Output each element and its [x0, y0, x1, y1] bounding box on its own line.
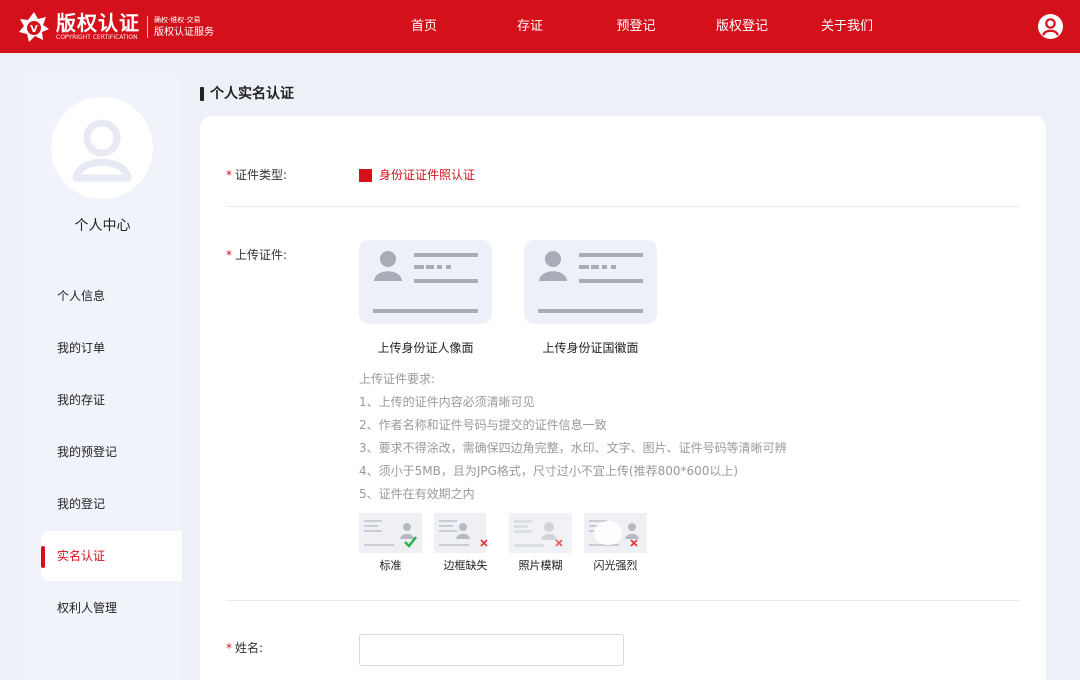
example-standard [359, 513, 422, 553]
sidebar-item-registration[interactable]: 我的登记 [41, 479, 182, 529]
sidebar-item-rights-holders[interactable]: 权利人管理 [41, 583, 182, 633]
id-sample-icon [589, 520, 639, 547]
page-title: 个人实名认证 [200, 85, 294, 103]
sidebar-item-pre-registration[interactable]: 我的预登记 [41, 427, 182, 477]
requirement-item: 3、要求不得涂改，需确保四边角完整，水印、文字、图片、证件号码等清晰可辨 [359, 441, 787, 455]
example-caption: 边框缺失 [443, 559, 488, 572]
site-logo[interactable]: V 版权认证 COPYRIGHT CERTIFICATION 确权·维权·交易 … [18, 11, 214, 43]
nav-home[interactable]: 首页 [389, 18, 459, 36]
logo-service: 版权认证服务 [154, 26, 214, 38]
divider [226, 600, 1019, 601]
cert-type-checkbox[interactable] [359, 169, 372, 182]
top-navbar: V 版权认证 COPYRIGHT CERTIFICATION 确权·维权·交易 … [0, 0, 1080, 53]
logo-subtitle-en: COPYRIGHT CERTIFICATION [56, 34, 138, 41]
example-caption: 闪光强烈 [593, 559, 638, 572]
cross-icon [630, 539, 638, 547]
upload-front-caption: 上传身份证人像面 [377, 341, 474, 355]
nav-evidence[interactable]: 存证 [495, 18, 565, 36]
cert-type-label: * 证件类型: [226, 168, 288, 182]
divider [226, 206, 1019, 207]
requirement-item: 4、须小于5MB，且为JPG格式，尺寸过小不宜上传(推荐800*600以上) [359, 464, 739, 478]
requirement-item: 2、作者名称和证件号码与提交的证件信息一致 [359, 418, 607, 432]
logo-mark-icon: V [19, 12, 49, 42]
requirements-title: 上传证件要求: [359, 372, 436, 386]
id-sample-icon [439, 520, 488, 547]
requirement-item: 1、上传的证件内容必须清晰可见 [359, 395, 535, 409]
id-card-front-icon [373, 251, 478, 313]
user-circle-icon[interactable] [1037, 13, 1064, 40]
logo-title: 版权认证 [56, 11, 140, 35]
upload-label: * 上传证件: [226, 248, 288, 262]
sidebar-item-orders[interactable]: 我的订单 [41, 323, 182, 373]
sidebar-item-evidence[interactable]: 我的存证 [41, 375, 182, 425]
id-card-back-icon [538, 251, 643, 313]
upload-id-front[interactable] [359, 240, 492, 324]
sidebar: 个人中心 个人信息 我的订单 我的存证 我的预登记 我的登记 实名认证 权利人管… [23, 71, 182, 680]
example-flash-glare [584, 513, 647, 553]
avatar[interactable] [51, 97, 153, 199]
cross-icon [480, 539, 488, 547]
personal-center-title: 个人中心 [74, 218, 131, 234]
name-input[interactable] [359, 634, 624, 666]
id-sample-icon [364, 520, 417, 548]
sidebar-item-profile[interactable]: 个人信息 [41, 271, 182, 321]
nav-copyright-registration[interactable]: 版权登记 [707, 18, 777, 36]
form-card [200, 116, 1046, 680]
logo-divider [147, 16, 148, 38]
example-caption: 标准 [379, 559, 402, 572]
nav-about-us[interactable]: 关于我们 [812, 18, 882, 36]
logo-tagline: 确权·维权·交易 [154, 15, 201, 24]
cert-type-option[interactable]: 身份证证件照认证 [379, 166, 475, 184]
requirement-item: 5、证件在有效期之内 [359, 487, 475, 501]
nav-pre-registration[interactable]: 预登记 [601, 18, 671, 36]
svg-text:V: V [30, 24, 38, 35]
example-caption: 照片模糊 [518, 559, 563, 572]
sidebar-item-real-name-auth[interactable]: 实名认证 [41, 531, 182, 581]
id-sample-icon [514, 520, 563, 547]
upload-id-back[interactable] [524, 240, 657, 324]
example-blurry [509, 513, 572, 553]
name-label: * 姓名: [226, 641, 264, 655]
user-avatar-icon [72, 119, 132, 182]
upload-back-caption: 上传身份证国徽面 [542, 341, 639, 355]
cross-icon [555, 539, 563, 547]
example-border-missing [434, 513, 488, 553]
